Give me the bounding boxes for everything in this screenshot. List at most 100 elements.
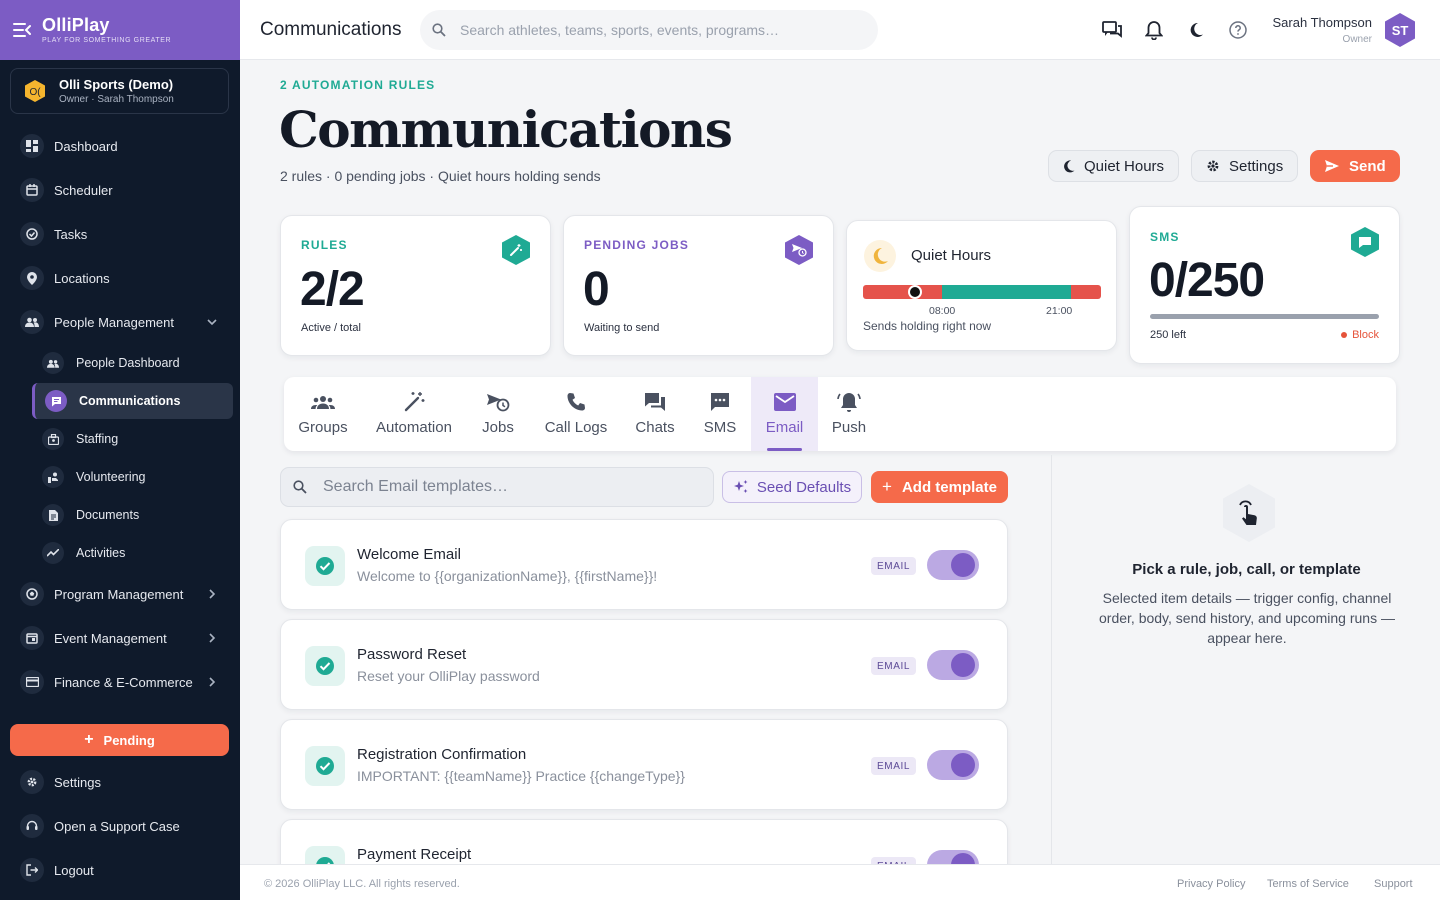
status-dot [1341, 332, 1348, 338]
sidebar-subitem-communications[interactable]: Communications [32, 383, 233, 419]
sidebar-item-support[interactable]: Open a Support Case [10, 808, 233, 844]
channel-tabs: Groups Automation Jobs Call Logs Chats S… [284, 377, 1396, 451]
sidebar-subitem-activities[interactable]: Activities [32, 535, 233, 571]
sidebar-subitem-people-dashboard[interactable]: People Dashboard [32, 345, 233, 381]
sidebar-item-scheduler[interactable]: Scheduler [10, 172, 233, 208]
tab-chats[interactable]: Chats [630, 377, 680, 451]
quiet-segment [1071, 285, 1101, 299]
template-search-input[interactable] [323, 478, 683, 496]
sms-chat-icon [1349, 226, 1381, 258]
privacy-policy-link[interactable]: Privacy Policy [1177, 878, 1245, 890]
tab-label: Automation [376, 419, 452, 436]
sidebar-item-event-management[interactable]: Event Management [10, 620, 233, 656]
groups-icon [311, 391, 335, 413]
user-name: Sarah Thompson [1272, 15, 1373, 30]
toggle-knob [951, 753, 975, 777]
sidebar-subitem-documents[interactable]: Documents [32, 497, 233, 533]
tab-jobs[interactable]: Jobs [474, 377, 522, 451]
document-icon [42, 504, 64, 526]
terms-of-service-link[interactable]: Terms of Service [1267, 878, 1349, 890]
tab-push[interactable]: Push [824, 377, 874, 451]
brand-header: OlliPlay PLAY FOR SOMETHING GREATER [0, 0, 240, 60]
org-name: Olli Sports (Demo) [59, 77, 174, 92]
pin-icon [20, 266, 44, 290]
quiet-hours-card[interactable]: Quiet Hours 08:00 21:00 Sends holding ri… [846, 220, 1117, 351]
sidebar-subitem-label: Documents [76, 508, 140, 522]
tab-sms[interactable]: SMS [696, 377, 744, 451]
stat-note: Waiting to send [584, 322, 660, 334]
tab-automation[interactable]: Automation [368, 377, 460, 451]
scheduled-send-icon [783, 234, 815, 266]
sms-block-status[interactable]: Block [1341, 329, 1379, 341]
ball-icon [20, 582, 44, 606]
chats-icon [644, 391, 666, 413]
seed-defaults-button[interactable]: Seed Defaults [722, 471, 862, 503]
user-role: Owner [1342, 34, 1372, 45]
template-name: Payment Receipt [357, 846, 472, 863]
sidebar-item-program-management[interactable]: Program Management [10, 576, 233, 612]
support-link[interactable]: Support [1374, 878, 1413, 890]
pending-button[interactable]: + Pending [10, 724, 229, 756]
quiet-hours-title: Quiet Hours [911, 247, 992, 264]
send-button[interactable]: Send [1310, 150, 1400, 182]
template-enabled-toggle[interactable] [927, 650, 979, 680]
channel-badge: EMAIL [871, 557, 917, 575]
add-template-button[interactable]: + Add template [871, 471, 1008, 503]
chevron-right-icon [209, 589, 216, 599]
template-subject: IMPORTANT: {{teamName}} Practice {{chang… [357, 768, 685, 784]
stat-value: 0 [583, 263, 610, 316]
sidebar-item-finance[interactable]: Finance & E-Commerce [10, 664, 233, 700]
pending-jobs-stat-card[interactable]: PENDING JOBS 0 Waiting to send [563, 215, 834, 356]
messages-icon[interactable] [1102, 20, 1122, 40]
sidebar-subitem-staffing[interactable]: Staffing [32, 421, 233, 457]
settings-button-label: Settings [1229, 157, 1284, 175]
template-subject: Welcome to {{organizationName}}, {{first… [357, 568, 658, 584]
sidebar-subitem-volunteering[interactable]: Volunteering [32, 459, 233, 495]
template-card[interactable]: Registration Confirmation IMPORTANT: {{t… [280, 719, 1008, 810]
event-icon [20, 626, 44, 650]
mail-icon [773, 391, 796, 413]
tab-groups[interactable]: Groups [284, 377, 362, 451]
sidebar-item-logout[interactable]: Logout [10, 852, 233, 888]
sms-remaining: 250 left [1150, 329, 1187, 341]
org-switcher[interactable]: O( Olli Sports (Demo) Owner · Sarah Thom… [10, 68, 229, 114]
brand-tagline: PLAY FOR SOMETHING GREATER [42, 37, 172, 44]
tab-label: SMS [703, 419, 737, 436]
global-search-input[interactable] [460, 22, 840, 38]
sidebar-item-people-management[interactable]: People Management [10, 304, 233, 340]
sidebar-item-label: Settings [54, 774, 101, 790]
pending-label: Pending [103, 732, 155, 748]
sms-stat-card[interactable]: SMS 0/250 250 left Block [1129, 206, 1400, 364]
notifications-bell-icon[interactable] [1144, 20, 1164, 40]
sidebar-item-label: Program Management [54, 586, 184, 602]
template-card[interactable]: Password Reset Reset your OlliPlay passw… [280, 619, 1008, 710]
magic-wand-icon [500, 234, 532, 266]
help-icon[interactable] [1228, 20, 1248, 40]
chevron-right-icon [209, 677, 216, 687]
global-search[interactable] [420, 10, 878, 50]
detail-panel: Pick a rule, job, call, or template Sele… [1051, 455, 1440, 864]
tab-label: Call Logs [544, 419, 608, 436]
template-card[interactable]: Welcome Email Welcome to {{organizationN… [280, 519, 1008, 610]
sidebar-item-settings[interactable]: Settings [10, 764, 233, 800]
sidebar-item-locations[interactable]: Locations [10, 260, 233, 296]
topbar: Communications Sarah Thompson Owner ST [240, 0, 1440, 60]
sidebar-item-dashboard[interactable]: Dashboard [10, 128, 233, 164]
rules-stat-card[interactable]: RULES 2/2 Active / total [280, 215, 551, 356]
dark-mode-moon-icon[interactable] [1186, 20, 1206, 40]
brand-name: OlliPlay [42, 15, 110, 35]
quiet-hours-timeline [863, 285, 1101, 299]
template-enabled-toggle[interactable] [927, 750, 979, 780]
template-search[interactable] [280, 467, 714, 507]
page-subtitle: 2 rules · 0 pending jobs · Quiet hours h… [280, 168, 601, 184]
quiet-hours-button[interactable]: Quiet Hours [1048, 150, 1180, 182]
collapse-menu-icon[interactable] [12, 20, 32, 40]
moon-icon [863, 239, 897, 273]
chat-icon [45, 390, 67, 412]
tab-email[interactable]: Email [751, 377, 818, 451]
sidebar-item-tasks[interactable]: Tasks [10, 216, 233, 252]
template-enabled-toggle[interactable] [927, 550, 979, 580]
settings-button[interactable]: Settings [1191, 150, 1299, 182]
avatar[interactable]: ST [1382, 12, 1418, 48]
tab-call-logs[interactable]: Call Logs [538, 377, 614, 451]
